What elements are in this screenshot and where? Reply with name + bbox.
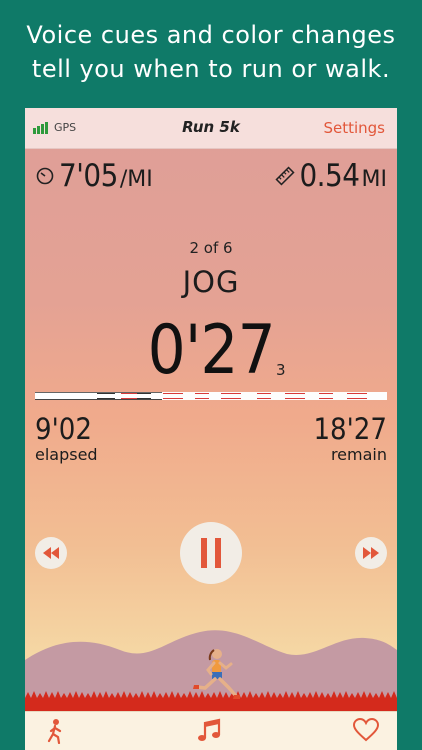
- elapsed-block: 9'02 elapsed: [35, 412, 98, 464]
- tab-favorites[interactable]: [352, 717, 380, 744]
- elapsed-value: 9'02: [35, 412, 92, 446]
- workout-progress-bar: [35, 392, 387, 400]
- rewind-icon: [43, 547, 59, 559]
- progress-segment: [285, 392, 305, 400]
- pace-stat: 7'05 /MI: [35, 158, 153, 194]
- gps-label: GPS: [54, 121, 77, 134]
- distance-stat: 0.54 MI: [275, 158, 387, 194]
- settings-button[interactable]: Settings: [323, 119, 385, 137]
- progress-segment: [257, 392, 271, 400]
- progress-segment: [347, 392, 367, 400]
- distance-unit: MI: [361, 167, 387, 192]
- progress-segment: [137, 392, 151, 400]
- fast-forward-button[interactable]: [355, 537, 387, 569]
- grass: [25, 698, 397, 712]
- pause-icon: [201, 538, 221, 568]
- landscape-illustration: [25, 630, 397, 712]
- promo-line-1: Voice cues and color changes: [26, 21, 396, 49]
- pause-button[interactable]: [180, 522, 242, 584]
- interval-countdown: 0'27 3: [25, 311, 397, 391]
- remain-label: remain: [330, 445, 387, 464]
- stopwatch-icon: [36, 167, 54, 185]
- pace-unit: /MI: [119, 167, 153, 192]
- elapsed-label: elapsed: [35, 445, 98, 464]
- heart-icon: [352, 717, 380, 742]
- progress-segment: [163, 392, 183, 400]
- runner-icon: [47, 719, 62, 745]
- interval-counter: 2 of 6: [189, 239, 233, 257]
- app-screen: GPS Run 5k Settings 7'05 /MI 0.54 MI 2 o…: [25, 108, 397, 750]
- tab-workout[interactable]: [45, 718, 65, 745]
- interval-name: JOG: [182, 265, 240, 299]
- status-bar: GPS Run 5k Settings: [25, 108, 397, 149]
- pace-value: 7'05: [59, 158, 118, 194]
- progress-segment: [195, 392, 209, 400]
- ruler-icon: [275, 166, 295, 186]
- signal-strength-icon: [33, 122, 51, 134]
- countdown-tenths: 3: [276, 361, 286, 379]
- progress-segment: [97, 392, 115, 400]
- tab-music[interactable]: [197, 718, 223, 744]
- distance-value: 0.54: [299, 158, 360, 194]
- fast-forward-icon: [363, 547, 379, 559]
- progress-segment: [221, 392, 241, 400]
- promo-headline: Voice cues and color changes tell you wh…: [0, 18, 422, 86]
- promo-line-2: tell you when to run or walk.: [31, 55, 391, 83]
- progress-segment: [319, 392, 333, 400]
- music-note-icon: [198, 718, 221, 741]
- remain-value: 18'27: [313, 412, 387, 446]
- rewind-button[interactable]: [35, 537, 67, 569]
- remain-block: 18'27 remain: [313, 412, 387, 464]
- countdown-value: 0'27: [147, 311, 275, 390]
- tab-bar: [25, 711, 397, 750]
